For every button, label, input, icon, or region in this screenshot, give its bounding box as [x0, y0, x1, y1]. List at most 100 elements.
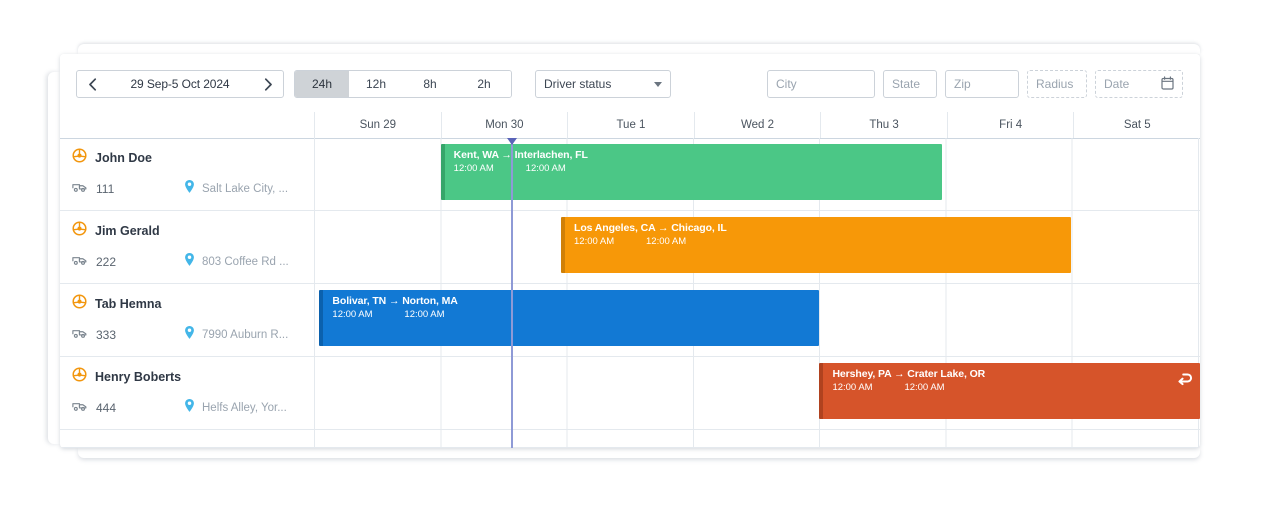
day-header-sat-5: Sat 5	[1123, 119, 1151, 131]
map-pin-icon	[184, 179, 195, 199]
driver-rows: John Doe 111 Salt Lake City, ... Kent, WA →…	[60, 138, 1200, 448]
driver-name: Tab Hemna	[95, 297, 162, 311]
driver-row: Henry Boberts 444 Helfs Alley, Yor... Hersh…	[60, 357, 1200, 430]
city-field[interactable]	[767, 70, 875, 98]
day-header-wed-2: Wed 2	[695, 112, 822, 138]
trip-times: 12:00 AM 12:00 AM	[832, 382, 1192, 393]
day-header-sun-29: Sun 29	[315, 112, 442, 138]
driver-identity: Henry Boberts	[72, 367, 302, 387]
timescale-zoom-group: 24h 12h 8h 2h	[294, 70, 512, 98]
timescale-button-2h[interactable]: 2h	[457, 71, 511, 97]
driver-name: Jim Gerald	[95, 224, 160, 238]
driver-cell-henry-boberts[interactable]: Henry Boberts 444 Helfs Alley, Yor...	[60, 357, 315, 429]
date-field[interactable]	[1095, 70, 1183, 98]
timescale-button-12h[interactable]: 12h	[349, 71, 403, 97]
trip-route: Hershey, PA → Crater Lake, OR	[832, 368, 986, 380]
next-period-button[interactable]	[253, 71, 283, 97]
trip-end-time: 12:00 AM	[404, 309, 445, 320]
driver-row: Jim Gerald 222 803 Coffee Rd ... Los Angele…	[60, 211, 1200, 284]
toolbar: 29 Sep-5 Oct 2024 24h 12h 8h 2h Driver s…	[60, 54, 1200, 113]
driver-row	[60, 430, 1200, 448]
truck-icon	[72, 326, 88, 344]
zip-input[interactable]	[954, 77, 1010, 91]
timescale-button-8h[interactable]: 8h	[403, 71, 457, 97]
zip-field[interactable]	[945, 70, 1019, 98]
driver-meta: 111 Salt Lake City, ...	[72, 179, 302, 199]
driver-location: Salt Lake City, ...	[184, 179, 288, 199]
trip-start-time: 12:00 AM	[832, 382, 873, 393]
trip-times: 12:00 AM 12:00 AM	[332, 309, 811, 320]
trip-times: 12:00 AM 12:00 AM	[574, 236, 1063, 247]
driver-status-select[interactable]: Driver status	[535, 70, 671, 98]
driver-location: 803 Coffee Rd ...	[184, 252, 289, 272]
driver-timeline-lane[interactable]: Bolivar, TN → Norton, MA 12:00 AM 12:00 AM	[315, 284, 1200, 356]
map-pin-icon	[184, 325, 195, 345]
day-header-thu-3: Thu 3	[821, 112, 948, 138]
driver-row: Tab Hemna 333 7990 Auburn R... Bolivar, TN …	[60, 284, 1200, 357]
driver-cell-empty[interactable]	[60, 430, 315, 447]
driver-row: John Doe 111 Salt Lake City, ... Kent, WA →…	[60, 138, 1200, 211]
timescale-button-24h[interactable]: 24h	[295, 71, 349, 97]
driver-location-text: 7990 Auburn R...	[202, 329, 289, 341]
trip-start-time: 12:00 AM	[332, 309, 373, 320]
map-pin-icon	[184, 398, 195, 418]
driver-location-text: Salt Lake City, ...	[202, 183, 289, 195]
dispatch-board-root: 29 Sep-5 Oct 2024 24h 12h 8h 2h Driver s…	[0, 0, 1272, 518]
truck-icon	[72, 399, 88, 417]
trip-route: Los Angeles, CA → Chicago, IL	[574, 222, 727, 234]
driver-timeline-lane[interactable]: Kent, WA → Interlachen, FL 12:00 AM 12:00 …	[315, 138, 1200, 210]
driver-unit: 444	[72, 399, 184, 417]
prev-period-button[interactable]	[77, 71, 107, 97]
driver-unit-number: 111	[96, 182, 115, 196]
current-time-marker-icon	[506, 138, 517, 145]
radius-field[interactable]	[1027, 70, 1087, 98]
steering-wheel-icon	[72, 148, 87, 168]
trip-bar[interactable]: Los Angeles, CA → Chicago, IL 12:00 AM 12:…	[561, 217, 1071, 273]
driver-status-label: Driver status	[544, 77, 612, 91]
day-header-corner	[60, 112, 315, 138]
date-input[interactable]	[1104, 77, 1157, 91]
truck-icon	[72, 253, 88, 271]
driver-unit: 222	[72, 253, 184, 271]
card-stack-top-edge	[78, 44, 1200, 54]
driver-identity: John Doe	[72, 148, 302, 168]
driver-timeline-lane[interactable]	[315, 430, 1200, 447]
card-stack-left-edge	[48, 72, 60, 444]
driver-name: John Doe	[95, 151, 152, 165]
driver-cell-jim-gerald[interactable]: Jim Gerald 222 803 Coffee Rd ...	[60, 211, 315, 283]
schedule-grid: Sun 29 Mon 30 Tue 1 Wed 2 Thu 3 Fri 4 Sa…	[60, 112, 1200, 448]
trip-bar[interactable]: Kent, WA → Interlachen, FL 12:00 AM 12:00 …	[440, 144, 943, 200]
date-range-label: 29 Sep-5 Oct 2024	[130, 77, 230, 91]
driver-location-text: Helfs Alley, Yor...	[202, 402, 287, 414]
day-header-tue-1: Tue 1	[568, 112, 695, 138]
driver-unit: 333	[72, 326, 184, 344]
driver-location: Helfs Alley, Yor...	[184, 398, 287, 418]
driver-cell-tab-hemna[interactable]: Tab Hemna 333 7990 Auburn R...	[60, 284, 315, 356]
chevron-down-icon	[654, 81, 662, 87]
truck-icon	[72, 180, 88, 198]
trip-route: Kent, WA → Interlachen, FL	[453, 149, 588, 161]
map-pin-icon	[184, 252, 195, 272]
trip-bar[interactable]: Bolivar, TN → Norton, MA 12:00 AM 12:00 AM	[319, 290, 820, 346]
driver-meta: 333 7990 Auburn R...	[72, 325, 302, 345]
steering-wheel-icon	[72, 221, 87, 241]
city-input[interactable]	[776, 77, 866, 91]
return-arrow-icon[interactable]	[1177, 371, 1194, 392]
driver-location-text: 803 Coffee Rd ...	[202, 256, 289, 268]
driver-timeline-lane[interactable]: Hershey, PA → Crater Lake, OR 12:00 AM 12:…	[315, 357, 1200, 429]
state-field[interactable]	[883, 70, 937, 98]
radius-input[interactable]	[1036, 77, 1078, 91]
driver-cell-john-doe[interactable]: John Doe 111 Salt Lake City, ...	[60, 138, 315, 210]
driver-name: Henry Boberts	[95, 370, 182, 384]
driver-identity: Tab Hemna	[72, 294, 302, 314]
driver-timeline-lane[interactable]: Los Angeles, CA → Chicago, IL 12:00 AM 12:…	[315, 211, 1200, 283]
dispatch-panel: 29 Sep-5 Oct 2024 24h 12h 8h 2h Driver s…	[60, 54, 1200, 448]
trip-route: Bolivar, TN → Norton, MA	[332, 295, 458, 307]
current-time-indicator	[506, 138, 517, 448]
card-stack-bottom-edge	[78, 448, 1200, 458]
driver-unit-number: 222	[96, 255, 117, 269]
state-input[interactable]	[892, 77, 928, 91]
trip-bar[interactable]: Hershey, PA → Crater Lake, OR 12:00 AM 12:…	[819, 363, 1200, 419]
trip-end-time: 12:00 AM	[904, 382, 945, 393]
day-header-fri-4: Fri 4	[948, 112, 1075, 138]
